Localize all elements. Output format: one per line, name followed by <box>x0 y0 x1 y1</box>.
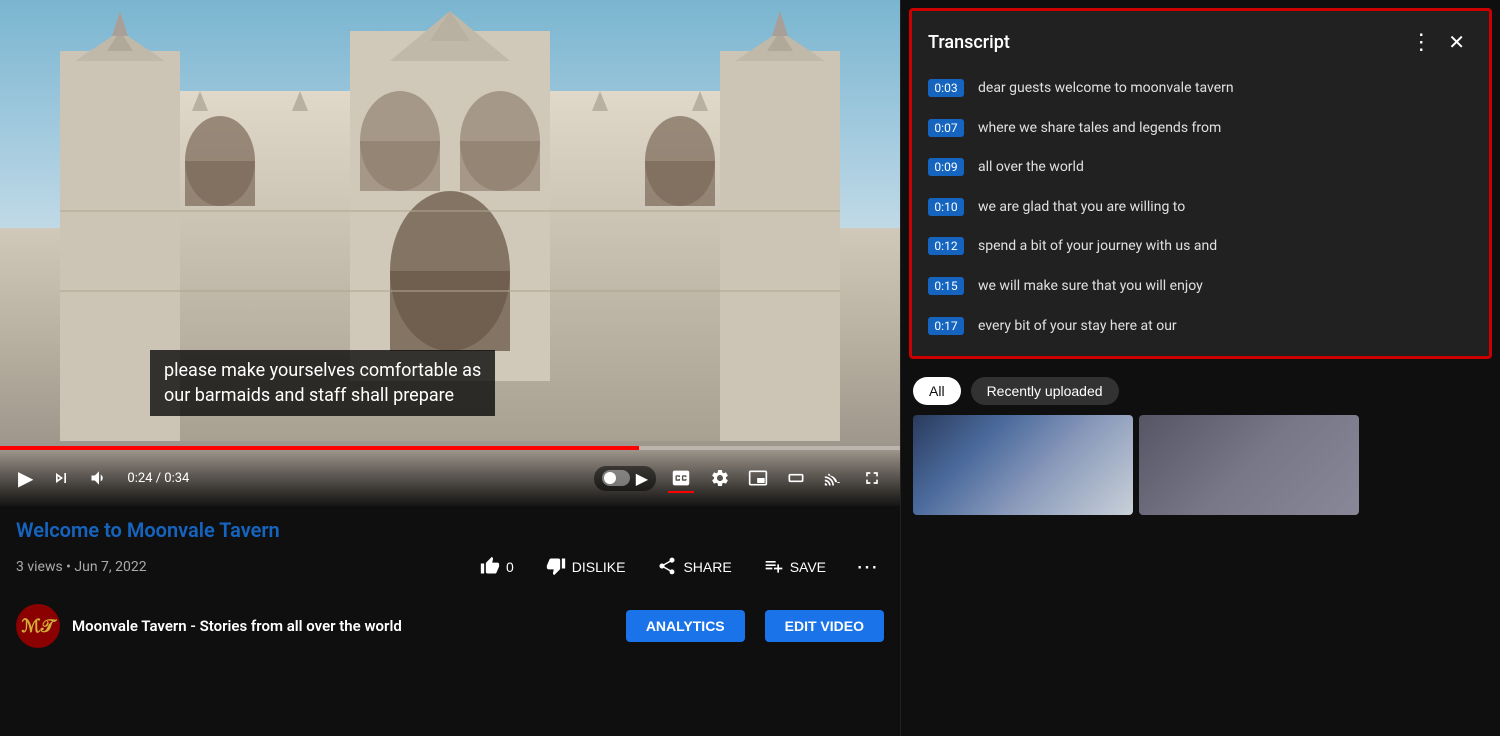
filter-row: All Recently uploaded <box>901 367 1500 415</box>
transcript-line-5[interactable]: 0:15 we will make sure that you will enjo… <box>922 267 1479 307</box>
video-subtitle: please make yourselves comfortable as ou… <box>150 350 495 416</box>
main-layout: please make yourselves comfortable as ou… <box>0 0 1500 736</box>
save-icon <box>764 556 784 579</box>
transcript-time-3: 0:10 <box>928 198 964 216</box>
time-display: 0:24 / 0:34 <box>127 471 189 486</box>
play-button[interactable]: ▶ <box>14 462 37 495</box>
channel-avatar: ℳ𝒯 <box>16 604 60 648</box>
filter-recently-uploaded-button[interactable]: Recently uploaded <box>971 377 1119 405</box>
miniplayer-button[interactable] <box>744 464 772 492</box>
dislike-label: DISLIKE <box>572 559 626 575</box>
transcript-time-4: 0:12 <box>928 237 964 255</box>
thumbnail-grid <box>901 415 1500 736</box>
autoplay-toggle[interactable]: ▶ <box>594 466 656 491</box>
thumbnail-1[interactable] <box>913 415 1133 515</box>
video-title: Welcome to Moonvale Tavern <box>16 518 884 542</box>
transcript-more-button[interactable]: ⋮ <box>1402 25 1440 59</box>
edit-video-button[interactable]: EDIT VIDEO <box>765 610 884 642</box>
fullscreen-button[interactable] <box>858 464 886 492</box>
transcript-text-6: every bit of your stay here at our <box>978 317 1177 337</box>
right-panel: Transcript ⋮ ✕ 0:03 dear guests welcome t… <box>900 0 1500 736</box>
toggle-switch[interactable] <box>602 470 630 486</box>
dislike-button[interactable]: DISLIKE <box>538 550 634 585</box>
transcript-text-0: dear guests welcome to moonvale tavern <box>978 79 1234 99</box>
video-player[interactable]: please make yourselves comfortable as ou… <box>0 0 900 506</box>
transcript-panel: Transcript ⋮ ✕ 0:03 dear guests welcome t… <box>909 8 1492 359</box>
transcript-time-1: 0:07 <box>928 119 964 137</box>
transcript-close-button[interactable]: ✕ <box>1440 26 1473 59</box>
share-icon <box>657 556 677 579</box>
thumbnail-image-2 <box>1139 415 1359 515</box>
transcript-line-4[interactable]: 0:12 spend a bit of your journey with us … <box>922 227 1479 267</box>
transcript-time-6: 0:17 <box>928 317 964 335</box>
video-info: Welcome to Moonvale Tavern 3 views • Jun… <box>0 506 900 594</box>
transcript-header: Transcript ⋮ ✕ <box>912 11 1489 69</box>
share-label: SHARE <box>683 559 731 575</box>
transcript-text-2: all over the world <box>978 158 1084 178</box>
transcript-time-0: 0:03 <box>928 79 964 97</box>
cast-button[interactable] <box>820 464 848 492</box>
like-button[interactable]: 0 <box>472 550 522 585</box>
autoplay-icon: ▶ <box>636 469 648 488</box>
next-button[interactable] <box>47 464 75 492</box>
video-scene: please make yourselves comfortable as ou… <box>0 0 900 506</box>
transcript-text-4: spend a bit of your journey with us and <box>978 237 1217 257</box>
transcript-text-3: we are glad that you are willing to <box>978 198 1185 218</box>
like-count: 0 <box>506 559 514 575</box>
video-meta-row: 3 views • Jun 7, 2022 0 <box>16 548 884 586</box>
transcript-text-1: where we share tales and legends from <box>978 119 1221 139</box>
volume-button[interactable] <box>85 464 113 492</box>
cc-active-indicator <box>668 491 694 493</box>
analytics-button[interactable]: ANALYTICS <box>626 610 745 642</box>
action-buttons: 0 DISLIKE SHARE <box>472 548 884 586</box>
channel-name: Moonvale Tavern - Stories from all over … <box>72 617 614 635</box>
transcript-line-0[interactable]: 0:03 dear guests welcome to moonvale tave… <box>922 69 1479 109</box>
transcript-line-1[interactable]: 0:07 where we share tales and legends fro… <box>922 109 1479 149</box>
thumbnail-2[interactable] <box>1139 415 1359 515</box>
controls-bar: ▶ 0:24 / 0:34 ▶ <box>0 450 900 506</box>
dislike-icon <box>546 556 566 579</box>
transcript-line-6[interactable]: 0:17 every bit of your stay here at our <box>922 307 1479 347</box>
like-icon <box>480 556 500 579</box>
left-panel: please make yourselves comfortable as ou… <box>0 0 900 736</box>
more-options-button[interactable]: ⋯ <box>850 548 884 586</box>
transcript-line-2[interactable]: 0:09 all over the world <box>922 148 1479 188</box>
transcript-text-5: we will make sure that you will enjoy <box>978 277 1203 297</box>
thumbnail-image-1 <box>913 415 1133 515</box>
transcript-time-5: 0:15 <box>928 277 964 295</box>
save-label: SAVE <box>790 559 826 575</box>
filter-all-button[interactable]: All <box>913 377 961 405</box>
transcript-body[interactable]: 0:03 dear guests welcome to moonvale tave… <box>912 69 1489 356</box>
transcript-line-3[interactable]: 0:10 we are glad that you are willing to <box>922 188 1479 228</box>
theatre-button[interactable] <box>782 464 810 492</box>
toggle-knob <box>604 472 616 484</box>
save-button[interactable]: SAVE <box>756 550 834 585</box>
share-button[interactable]: SHARE <box>649 550 739 585</box>
video-views: 3 views • Jun 7, 2022 <box>16 559 147 575</box>
cc-button[interactable] <box>666 463 696 493</box>
transcript-title: Transcript <box>928 32 1402 53</box>
transcript-time-2: 0:09 <box>928 158 964 176</box>
settings-button[interactable] <box>706 464 734 492</box>
channel-row: ℳ𝒯 Moonvale Tavern - Stories from all ov… <box>0 594 900 658</box>
